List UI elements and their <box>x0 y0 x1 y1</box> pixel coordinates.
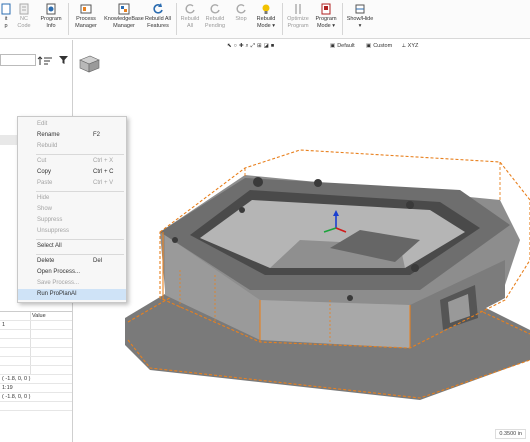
menu-item-hide[interactable]: Hide <box>18 193 126 204</box>
property-row[interactable]: 1:19 <box>0 384 72 393</box>
property-row[interactable]: ( -1.8, 0, 0 ) <box>0 393 72 402</box>
property-row[interactable] <box>0 348 72 357</box>
menu-item-run-proplanai[interactable]: Run ProPlanAI <box>18 289 126 300</box>
custom-view-icon: ▣ <box>366 43 372 49</box>
refresh-icon <box>183 2 197 16</box>
nc-code-icon <box>17 2 31 16</box>
measure-readout: 0.3500 in <box>495 429 526 439</box>
knowledgebase-icon <box>117 2 131 16</box>
property-row[interactable] <box>0 402 72 411</box>
context-menu: Edit Rename F2 Rebuild Cut Ctrl + X Copy Ct… <box>17 116 127 303</box>
show-hide-icon <box>353 2 367 16</box>
refresh-icon <box>151 2 165 16</box>
menu-item-select-all[interactable]: Select All <box>18 241 126 252</box>
menu-separator <box>36 191 124 192</box>
program-mode-icon <box>319 2 333 16</box>
menu-separator <box>36 154 124 155</box>
program-mode-button[interactable]: Program Mode ▾ <box>313 2 339 29</box>
ribbon-separator <box>282 3 283 35</box>
pan-icon[interactable]: ✚ <box>239 43 244 49</box>
rebuild-all-button[interactable]: Rebuild All <box>180 2 200 29</box>
rebuild-all-features-button[interactable]: Rebuild All Features <box>144 2 172 29</box>
refresh-icon <box>208 2 222 16</box>
section-icon[interactable]: ◪ <box>264 43 269 49</box>
nc-code-button[interactable]: NC Code <box>16 2 32 29</box>
display-mode-icon[interactable]: ■ <box>271 43 274 49</box>
stop-icon <box>234 2 248 16</box>
document-icon <box>0 2 13 16</box>
default-view-button[interactable]: ▣ Default <box>330 41 355 51</box>
filter-icon[interactable] <box>59 55 68 67</box>
rebuild-pending-button[interactable]: Rebuild Pending <box>203 2 227 29</box>
menu-item-save-process[interactable]: Save Process... <box>18 278 126 289</box>
axis-icon: ⟂ <box>402 42 406 49</box>
view-cube-icon[interactable] <box>79 55 100 73</box>
xyz-view-button[interactable]: ⟂ XYZ <box>402 41 418 51</box>
stop-button[interactable]: Stop <box>231 2 251 23</box>
zoom-icon[interactable]: ⌕ <box>246 43 249 50</box>
menu-separator <box>36 239 124 240</box>
property-row[interactable]: ( -1.8, 0, 0 ) <box>0 375 72 384</box>
part-model[interactable] <box>73 52 530 442</box>
ribbon-toolbar: it p NC Code Program Info Process Manage… <box>0 0 530 39</box>
zoom-area-icon[interactable]: ⊞ <box>257 43 262 49</box>
menu-item-open-process[interactable]: Open Process... <box>18 267 126 278</box>
ribbon-separator <box>176 3 177 35</box>
menu-item-edit[interactable]: Edit <box>18 119 126 130</box>
custom-view-button[interactable]: ▣ Custom <box>366 41 392 51</box>
property-row[interactable] <box>0 339 72 348</box>
process-manager-button[interactable]: Process Manager <box>72 2 100 29</box>
menu-item-rename[interactable]: Rename F2 <box>18 130 126 141</box>
ribbon-button-partial[interactable]: it p <box>0 2 12 29</box>
optimize-icon <box>291 2 305 16</box>
knowledgebase-manager-button[interactable]: KnowledgeBase Manager <box>104 2 144 29</box>
property-row[interactable] <box>0 366 72 375</box>
menu-item-cut[interactable]: Cut Ctrl + X <box>18 156 126 167</box>
select-arrow-icon[interactable]: ⬉ <box>227 43 232 49</box>
properties-header: Value <box>0 312 72 321</box>
menu-item-paste[interactable]: Paste Ctrl + V <box>18 178 126 189</box>
viewport-toolbar: ⬉ ○ ✚ ⌕ ⤢ ⊞ ◪ ■ ▣ Default ▣ Custom ⟂ XYZ <box>72 40 530 52</box>
default-view-icon: ▣ <box>330 43 336 49</box>
lightbulb-icon <box>259 2 273 16</box>
menu-item-delete[interactable]: Delete Del <box>18 256 126 267</box>
search-input[interactable] <box>0 54 36 66</box>
rotate-icon[interactable]: ○ <box>234 43 237 49</box>
menu-separator <box>36 254 124 255</box>
optimize-program-button[interactable]: Optimize Program <box>285 2 311 29</box>
menu-item-unsuppress[interactable]: Unsuppress <box>18 226 126 237</box>
menu-item-show[interactable]: Show <box>18 204 126 215</box>
property-row[interactable]: 1 <box>0 321 72 330</box>
process-manager-icon <box>79 2 93 16</box>
rebuild-mode-button[interactable]: Rebuild Mode ▾ <box>254 2 278 29</box>
ribbon-separator <box>68 3 69 35</box>
show-hide-button[interactable]: Show/Hide ▾ <box>345 2 375 29</box>
program-info-button[interactable]: Program Info <box>38 2 64 29</box>
zoom-fit-icon[interactable]: ⤢ <box>251 43 255 50</box>
program-info-icon <box>44 2 58 16</box>
menu-item-suppress[interactable]: Suppress <box>18 215 126 226</box>
menu-item-rebuild[interactable]: Rebuild <box>18 141 126 152</box>
property-row[interactable] <box>0 357 72 366</box>
ribbon-separator <box>342 3 343 35</box>
properties-panel: Value 1 ( -1.8, 0, 0 ) 1:19 ( -1.8, 0, 0… <box>0 311 72 442</box>
sort-icon[interactable] <box>37 56 53 68</box>
menu-item-copy[interactable]: Copy Ctrl + C <box>18 167 126 178</box>
property-row[interactable] <box>0 330 72 339</box>
3d-viewport[interactable]: 0.3500 in <box>73 52 530 442</box>
